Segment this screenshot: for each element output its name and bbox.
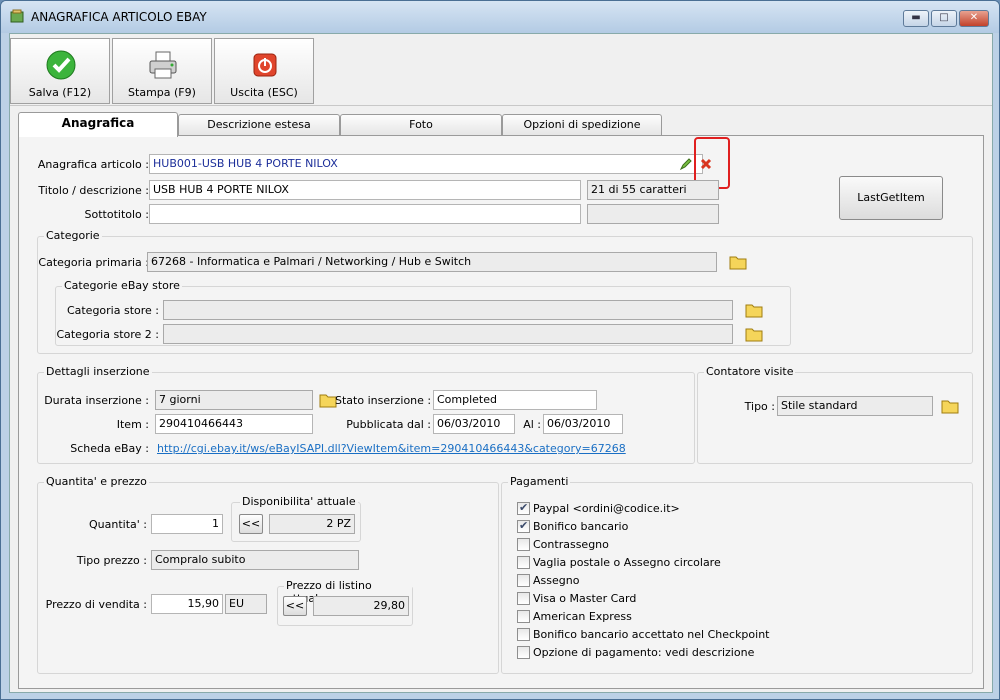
- pagamenti-title: Pagamenti: [508, 475, 571, 488]
- exit-button[interactable]: Uscita (ESC): [214, 38, 314, 104]
- status-field[interactable]: Completed: [433, 390, 597, 410]
- dettagli-title: Dettagli inserzione: [44, 365, 152, 378]
- copy-availability-button[interactable]: <<: [239, 514, 263, 534]
- payment-checkbox[interactable]: [517, 592, 530, 605]
- sale-price-field[interactable]: 15,90: [151, 594, 223, 614]
- duration-field[interactable]: 7 giorni: [155, 390, 313, 410]
- price-type-label: Tipo prezzo :: [76, 554, 147, 567]
- title-char-count: 21 di 55 caratteri: [587, 180, 719, 200]
- payment-checkbox[interactable]: [517, 519, 530, 533]
- payment-label: Vaglia postale o Assegno circolare: [533, 556, 721, 569]
- payment-checkbox[interactable]: [517, 574, 530, 587]
- save-label: Salva (F12): [28, 86, 92, 99]
- categorie-title: Categorie: [44, 229, 102, 242]
- quantita-title: Quantita' e prezzo: [44, 475, 149, 488]
- status-label: Stato inserzione :: [335, 394, 432, 407]
- payment-label: Contrassegno: [533, 538, 609, 551]
- print-button[interactable]: Stampa (F9): [112, 38, 212, 104]
- save-button[interactable]: Salva (F12): [10, 38, 110, 104]
- qty-field[interactable]: 1: [151, 514, 223, 534]
- list-price-field: 29,80: [313, 596, 409, 616]
- store-category-label: Categoria store :: [66, 304, 159, 317]
- last-get-item-button[interactable]: LastGetItem: [839, 176, 943, 220]
- store-category-2-field[interactable]: [163, 324, 733, 344]
- tab-strip: Anagrafica Descrizione estesa Foto Opzio…: [18, 112, 988, 137]
- item-field[interactable]: 290410466443: [155, 414, 313, 434]
- printer-icon: [149, 51, 177, 79]
- primary-category-label: Categoria primaria :: [38, 256, 149, 269]
- minimize-button[interactable]: ▬: [903, 10, 929, 27]
- client-area: Salva (F12) Stampa (F9) Uscita (ESC) Ana…: [9, 33, 993, 693]
- payment-checkbox[interactable]: [517, 628, 530, 641]
- app-icon: [10, 9, 24, 23]
- payment-label: Bonifico bancario: [533, 520, 629, 533]
- to-field[interactable]: 06/03/2010: [543, 414, 623, 434]
- ebay-store-title: Categorie eBay store: [62, 279, 182, 292]
- sale-price-label: Prezzo di vendita :: [45, 598, 147, 611]
- folder-icon[interactable]: [727, 252, 749, 272]
- copy-list-price-button[interactable]: <<: [283, 596, 307, 616]
- payment-label: Bonifico bancario accettato nel Checkpoi…: [533, 628, 770, 641]
- price-type-field[interactable]: Compralo subito: [151, 550, 359, 570]
- maximize-button[interactable]: □: [931, 10, 957, 27]
- payment-checkbox[interactable]: [517, 610, 530, 623]
- item-label: Item :: [116, 418, 149, 431]
- tab-descrizione-estesa[interactable]: Descrizione estesa: [178, 114, 340, 136]
- tab-opzioni-spedizione[interactable]: Opzioni di spedizione: [502, 114, 662, 136]
- folder-icon[interactable]: [939, 396, 961, 416]
- payment-label: Opzione di pagamento: vedi descrizione: [533, 646, 755, 659]
- tab-anagrafica[interactable]: Anagrafica: [18, 112, 178, 137]
- payment-checkbox[interactable]: [517, 538, 530, 551]
- article-label: Anagrafica articolo :: [37, 158, 149, 171]
- currency-field: EU: [225, 594, 267, 614]
- exit-label: Uscita (ESC): [230, 86, 298, 99]
- payment-checkbox[interactable]: [517, 646, 530, 659]
- contatore-group: Contatore visite: [697, 365, 973, 464]
- availability-title: Disponibilita' attuale: [240, 495, 358, 508]
- title-field[interactable]: USB HUB 4 PORTE NILOX: [149, 180, 581, 200]
- close-button[interactable]: ✕: [959, 10, 989, 27]
- payment-label: Assegno: [533, 574, 580, 587]
- ebay-sheet-label: Scheda eBay :: [70, 442, 149, 455]
- subtitle-char-count: [587, 204, 719, 224]
- subtitle-field[interactable]: [149, 204, 581, 224]
- qty-label: Quantita' :: [89, 518, 147, 531]
- power-icon: [253, 53, 277, 77]
- primary-category-field[interactable]: 67268 - Informatica e Palmari / Networki…: [147, 252, 717, 272]
- tab-foto[interactable]: Foto: [340, 114, 502, 136]
- checkmark-icon: [46, 50, 76, 80]
- published-label: Pubblicata dal :: [346, 418, 431, 431]
- payment-label: Visa o Master Card: [533, 592, 637, 605]
- store-category-2-label: Categoria store 2 :: [56, 328, 159, 341]
- to-label: Al :: [523, 418, 541, 431]
- ebay-sheet-link[interactable]: http://cgi.ebay.it/ws/eBayISAPI.dll?View…: [157, 442, 626, 455]
- availability-field: 2 PZ: [269, 514, 355, 534]
- folder-icon[interactable]: [743, 324, 765, 344]
- article-field[interactable]: HUB001-USB HUB 4 PORTE NILOX: [149, 154, 703, 174]
- title-bar: ANAGRAFICA ARTICOLO EBAY ▬ □ ✕: [1, 1, 999, 33]
- folder-icon[interactable]: [743, 300, 765, 320]
- title-label: Titolo / descrizione :: [38, 184, 149, 197]
- counter-type-field[interactable]: Stile standard: [777, 396, 933, 416]
- app-window: ANAGRAFICA ARTICOLO EBAY ▬ □ ✕ Salva (F1…: [0, 0, 1000, 700]
- published-field[interactable]: 06/03/2010: [433, 414, 515, 434]
- toolbar: Salva (F12) Stampa (F9) Uscita (ESC): [10, 34, 992, 106]
- tab-panel-anagrafica: Anagrafica articolo : HUB001-USB HUB 4 P…: [18, 135, 984, 689]
- print-label: Stampa (F9): [128, 86, 196, 99]
- window-title: ANAGRAFICA ARTICOLO EBAY: [31, 10, 207, 24]
- payment-checkbox[interactable]: [517, 501, 530, 515]
- payment-label: Paypal <ordini@codice.it>: [533, 502, 680, 515]
- store-category-field[interactable]: [163, 300, 733, 320]
- subtitle-label: Sottotitolo :: [84, 208, 149, 221]
- payment-checkbox[interactable]: [517, 556, 530, 569]
- pencil-icon[interactable]: [679, 157, 693, 171]
- counter-type-label: Tipo :: [744, 400, 775, 413]
- duration-label: Durata inserzione :: [44, 394, 149, 407]
- contatore-title: Contatore visite: [704, 365, 796, 378]
- payment-label: American Express: [533, 610, 632, 623]
